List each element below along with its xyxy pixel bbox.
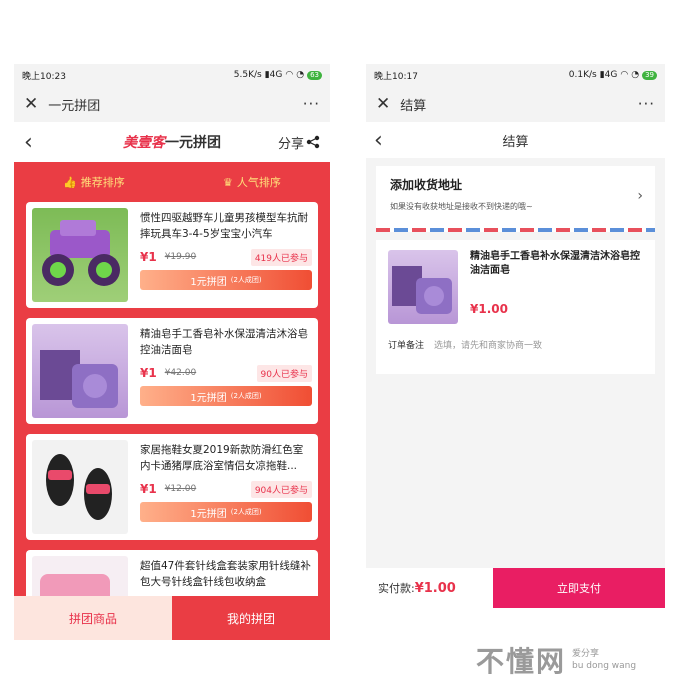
page-header: ‹ 结算 bbox=[366, 122, 665, 158]
chevron-right-icon: › bbox=[637, 188, 643, 204]
wifi-icon: ◠ bbox=[620, 70, 629, 80]
watermark-logo: 不懂网 bbox=[476, 645, 567, 678]
signal-icon: ▮4G bbox=[264, 70, 283, 80]
left-screen: 晚上10:23 5.5K/s ▮4G ◠ ◔ 63 ✕ 一元拼团 ··· ‹ 美… bbox=[14, 64, 330, 640]
tab-my-groups[interactable]: 我的拼团 bbox=[172, 596, 330, 640]
product-image-truck bbox=[32, 208, 128, 302]
address-hint: 如果没有收获地址是接收不到快递的哦~ bbox=[390, 202, 533, 211]
product-name: 家居拖鞋女夏2019新款防滑红色室内卡通猪厚底浴室情侣女凉拖鞋... bbox=[140, 444, 304, 472]
miniapp-titlebar: ✕ 一元拼团 ··· bbox=[14, 86, 330, 122]
status-bar: 晚上10:23 5.5K/s ▮4G ◠ ◔ 63 bbox=[14, 64, 330, 86]
product-card[interactable]: 家居拖鞋女夏2019新款防滑红色室内卡通猪厚底浴室情侣女凉拖鞋... ¥1 ¥1… bbox=[26, 434, 318, 540]
miniapp-titlebar: ✕ 结算 ··· bbox=[366, 86, 665, 122]
participants-badge: 904人已参与 bbox=[250, 480, 312, 498]
product-name: 惯性四驱越野车儿童男孩模型车抗耐摔玩具车3-4-5岁宝宝小汽车 bbox=[140, 212, 308, 240]
battery-icon: 39 bbox=[642, 70, 657, 80]
address-divider-stripe bbox=[376, 228, 655, 232]
thumbs-up-icon: 👍 bbox=[63, 175, 77, 189]
product-list-area: 👍 推荐排序 ♛ 人气排序 惯性四驱越野车儿童男孩模型车抗耐摔玩具车3-4-5岁… bbox=[14, 162, 330, 640]
product-price: ¥1 bbox=[140, 482, 157, 496]
share-icon bbox=[306, 135, 320, 149]
back-icon[interactable]: ‹ bbox=[24, 130, 44, 155]
alarm-icon: ◔ bbox=[631, 70, 640, 80]
add-address-row[interactable]: 添加收货地址 如果没有收获地址是接收不到快递的哦~ › bbox=[376, 166, 655, 228]
original-price: ¥19.90 bbox=[164, 252, 197, 262]
join-group-button[interactable]: 1元拼团 (2人成团) bbox=[140, 386, 312, 406]
tab-popularity[interactable]: ♛ 人气排序 bbox=[223, 174, 281, 190]
product-card[interactable]: 精油皂手工香皂补水保湿清洁沐浴皂控油洁面皂 ¥1 ¥42.00 90人已参与 1… bbox=[26, 318, 318, 424]
product-name: 精油皂手工香皂补水保湿清洁沐浴皂控油洁面皂 bbox=[140, 328, 308, 356]
participants-badge: 419人已参与 bbox=[250, 248, 312, 266]
product-name: 超值47件套针线盒套装家用针线缝补包大号针线盒针线包收纳盒 bbox=[140, 560, 311, 588]
product-image-soap bbox=[32, 324, 128, 418]
miniapp-title: 一元拼团 bbox=[48, 98, 101, 114]
back-icon[interactable]: ‹ bbox=[374, 128, 394, 153]
order-product-image bbox=[388, 250, 458, 324]
join-group-button[interactable]: 1元拼团 (2人成团) bbox=[140, 270, 312, 290]
tab-recommended[interactable]: 👍 推荐排序 bbox=[63, 174, 125, 190]
watermark: 不懂网 爱分享 bu dong wang bbox=[476, 640, 636, 680]
order-remark-row[interactable]: 订单备注 选填，请先和商家协商一致 bbox=[388, 338, 643, 351]
bottom-tab-bar: 拼团商品 我的拼团 bbox=[14, 596, 330, 640]
more-icon[interactable]: ··· bbox=[638, 95, 655, 113]
right-screen: 晚上10:17 0.1K/s ▮4G ◠ ◔ 39 ✕ 结算 ··· ‹ 结算 … bbox=[366, 64, 665, 608]
network-speed: 0.1K/s bbox=[568, 70, 597, 80]
product-price: ¥1 bbox=[140, 366, 157, 380]
product-image-slippers bbox=[32, 440, 128, 534]
battery-icon: 63 bbox=[307, 70, 322, 80]
status-time: 晚上10:23 bbox=[22, 71, 66, 82]
crown-icon: ♛ bbox=[223, 175, 233, 189]
order-product-price: ¥1.00 bbox=[470, 302, 508, 316]
share-button[interactable]: 分享 bbox=[278, 133, 320, 152]
signal-icon: ▮4G bbox=[599, 70, 618, 80]
original-price: ¥42.00 bbox=[164, 368, 197, 378]
network-speed: 5.5K/s bbox=[233, 70, 262, 80]
page-title: 结算 bbox=[502, 134, 529, 150]
close-icon[interactable]: ✕ bbox=[24, 94, 38, 114]
page-header: ‹ 美壹客一元拼团 分享 bbox=[14, 122, 330, 162]
miniapp-title: 结算 bbox=[400, 98, 427, 114]
alarm-icon: ◔ bbox=[296, 70, 305, 80]
order-product-name: 精油皂手工香皂补水保湿清洁沐浴皂控油洁面皂 bbox=[470, 251, 640, 276]
remark-input[interactable]: 选填，请先和商家协商一致 bbox=[434, 338, 542, 351]
tab-group-products[interactable]: 拼团商品 bbox=[14, 596, 172, 640]
pay-now-button[interactable]: 立即支付 bbox=[493, 568, 665, 608]
status-bar: 晚上10:17 0.1K/s ▮4G ◠ ◔ 39 bbox=[366, 64, 665, 86]
sort-tabs: 👍 推荐排序 ♛ 人气排序 bbox=[14, 162, 330, 202]
pay-label: 实付款: bbox=[378, 582, 415, 595]
add-address-title: 添加收货地址 bbox=[390, 178, 463, 192]
wifi-icon: ◠ bbox=[285, 70, 294, 80]
original-price: ¥12.00 bbox=[164, 484, 197, 494]
more-icon[interactable]: ··· bbox=[303, 95, 320, 113]
participants-badge: 90人已参与 bbox=[256, 364, 312, 382]
order-item-card: 精油皂手工香皂补水保湿清洁沐浴皂控油洁面皂 ¥1.00 订单备注 选填，请先和商… bbox=[376, 240, 655, 374]
pay-amount: ¥1.00 bbox=[414, 580, 456, 596]
product-card[interactable]: 惯性四驱越野车儿童男孩模型车抗耐摔玩具车3-4-5岁宝宝小汽车 ¥1 ¥19.9… bbox=[26, 202, 318, 308]
status-time: 晚上10:17 bbox=[374, 71, 418, 82]
payment-bar: 实付款: ¥1.00 立即支付 bbox=[366, 568, 665, 608]
product-price: ¥1 bbox=[140, 250, 157, 264]
remark-label: 订单备注 bbox=[388, 341, 425, 351]
close-icon[interactable]: ✕ bbox=[376, 94, 390, 114]
join-group-button[interactable]: 1元拼团 (2人成团) bbox=[140, 502, 312, 522]
